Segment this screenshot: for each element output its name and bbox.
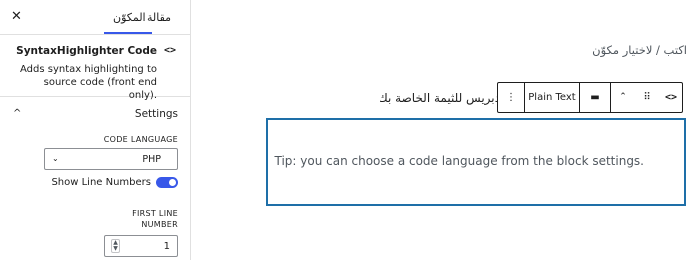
settings-panel-header[interactable]: ^ Settings	[0, 97, 190, 129]
drag-icon: ⠿	[643, 92, 651, 103]
align-icon: ▬	[590, 92, 600, 103]
block-title: SyntaxHighlighter Code	[16, 45, 157, 57]
first-line-number-input[interactable]: ▲ ▼ 1	[104, 235, 178, 257]
close-icon[interactable]: ✕	[11, 9, 22, 24]
show-line-numbers-label: Show Line Numbers	[51, 177, 151, 188]
settings-sidebar: ✕ المكوّن مقالة <> SyntaxHighlighter Cod…	[0, 0, 191, 260]
show-line-numbers-toggle[interactable]	[156, 177, 178, 188]
sidebar-tabs: ✕ المكوّن مقالة	[0, 0, 190, 35]
block-card: <> SyntaxHighlighter Code Adds syntax hi…	[0, 35, 190, 101]
chevron-down-icon: ⌄	[52, 154, 59, 163]
spinner-icon[interactable]: ▲ ▼	[111, 239, 120, 253]
toggle-knob	[169, 179, 176, 186]
paragraph-text[interactable]: دبريس للثيمة الخاصة بك	[380, 91, 500, 105]
tab-post[interactable]: مقالة	[147, 11, 171, 24]
active-tab-indicator	[104, 32, 152, 34]
first-line-number-label: FIRST LINE NUMBER	[132, 209, 178, 229]
block-type-button[interactable]: <>	[659, 83, 683, 112]
code-language-value: PHP	[142, 154, 161, 165]
more-options-button[interactable]: ⋮	[498, 83, 524, 112]
drag-handle[interactable]: ⠿	[635, 83, 659, 112]
code-icon: <>	[664, 92, 678, 103]
first-line-number-value: 1	[163, 241, 170, 252]
code-block-tip: Tip: you can choose a code language from…	[274, 154, 644, 168]
move-button[interactable]: ⌃	[611, 83, 635, 112]
code-icon: <>	[164, 45, 177, 56]
settings-label: Settings	[134, 108, 178, 120]
code-language-select[interactable]: ⌄ PHP	[44, 148, 178, 170]
block-placeholder-text[interactable]: اكتب / لاختيار مكوّن	[592, 43, 687, 57]
code-block[interactable]: Tip: you can choose a code language from…	[266, 118, 686, 206]
move-icon: ⌃	[619, 92, 627, 102]
chevron-up-icon: ^	[13, 108, 22, 119]
tab-block[interactable]: المكوّن	[113, 11, 146, 24]
code-language-label: CODE LANGUAGE	[103, 135, 178, 144]
plain-text-button[interactable]: Plain Text	[525, 83, 579, 112]
block-toolbar: ⋮ Plain Text ▬ ⌃ ⠿ <>	[497, 82, 683, 113]
plain-text-label: Plain Text	[528, 92, 576, 103]
align-button[interactable]: ▬	[580, 83, 610, 112]
more-icon: ⋮	[506, 92, 516, 103]
editor-canvas: اكتب / لاختيار مكوّن دبريس للثيمة الخاصة…	[191, 0, 700, 260]
